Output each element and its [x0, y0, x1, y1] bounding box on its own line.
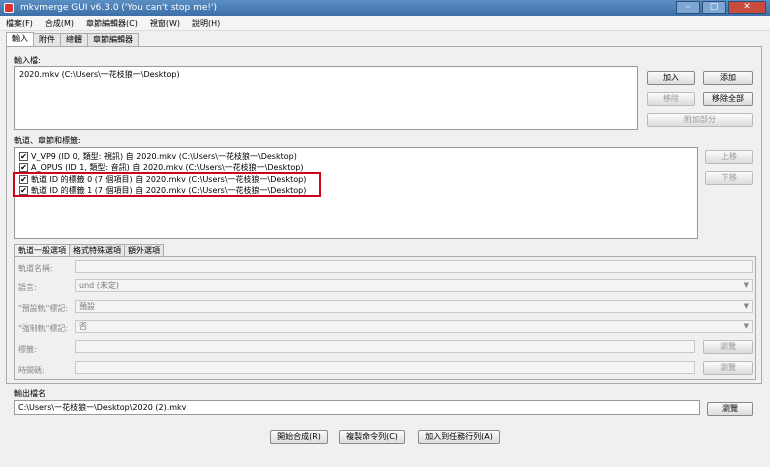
app-window: mkvmerge GUI v6.3.0 ('You can't stop me!…: [0, 0, 770, 467]
move-up-button[interactable]: 上移: [705, 150, 753, 164]
tab-global[interactable]: 總體: [60, 33, 88, 46]
chevron-down-icon: ▼: [743, 281, 749, 289]
tab-general-track-options[interactable]: 軌道一般選項: [14, 244, 70, 256]
tags-browse-button[interactable]: 瀏覽: [703, 340, 753, 354]
minimize-icon[interactable]: –: [676, 1, 700, 14]
forced-track-label: "強制軌"標記:: [18, 324, 69, 333]
tab-format-specific-options[interactable]: 格式特殊選項: [69, 244, 125, 256]
default-track-select[interactable]: 預設 ▼: [75, 300, 753, 313]
additional-parts-button[interactable]: 附加部分: [647, 113, 753, 127]
track-name-input[interactable]: [75, 260, 753, 273]
append-button[interactable]: 添加: [703, 71, 753, 85]
track-row[interactable]: ✔ V_VP9 (ID 0, 類型: 視訊) 自 2020.mkv (C:\Use…: [19, 152, 297, 162]
main-tabs: 輸入 附件 總體 章節編輯器: [6, 32, 139, 47]
tab-extra-options[interactable]: 額外選項: [124, 244, 164, 256]
input-file-item[interactable]: 2020.mkv (C:\Users\一花枝狼一\Desktop): [19, 70, 180, 80]
tracks-label: 軌道、章節和標籤:: [14, 136, 81, 145]
close-icon[interactable]: ✕: [728, 1, 766, 14]
output-filename-input[interactable]: C:\Users\一花枝狼一\Desktop\2020 (2).mkv: [14, 400, 700, 415]
timecodes-browse-button[interactable]: 瀏覽: [703, 361, 753, 375]
menu-chapter-editor[interactable]: 章節編輯器(C): [80, 16, 144, 30]
timecodes-input[interactable]: [75, 361, 695, 374]
tags-label: 標籤:: [18, 345, 37, 354]
forced-track-select[interactable]: 否 ▼: [75, 320, 753, 333]
chevron-down-icon: ▼: [743, 322, 749, 330]
window-title: mkvmerge GUI v6.3.0 ('You can't stop me!…: [20, 3, 218, 13]
input-files-list[interactable]: 2020.mkv (C:\Users\一花枝狼一\Desktop): [14, 66, 638, 130]
tab-chapter-editor[interactable]: 章節編輯器: [87, 33, 139, 46]
track-options-tabs: 軌道一般選項 格式特殊選項 額外選項: [14, 244, 164, 256]
tab-attachments[interactable]: 附件: [33, 33, 61, 46]
language-label: 語言:: [18, 283, 37, 292]
highlight-box: [13, 172, 321, 197]
app-icon: [4, 3, 14, 13]
track-checkbox[interactable]: ✔: [19, 152, 28, 161]
menu-help[interactable]: 說明(H): [186, 16, 226, 30]
copy-command-line-button[interactable]: 複製命令列(C): [339, 430, 405, 444]
title-bar: mkvmerge GUI v6.3.0 ('You can't stop me!…: [0, 0, 770, 16]
tags-input[interactable]: [75, 340, 695, 353]
language-select[interactable]: und (未定) ▼: [75, 279, 753, 292]
menu-mux[interactable]: 合成(M): [39, 16, 80, 30]
menu-file[interactable]: 檔案(F): [0, 16, 39, 30]
chevron-down-icon: ▼: [743, 302, 749, 310]
menu-window[interactable]: 視窗(W): [144, 16, 186, 30]
move-down-button[interactable]: 下移: [705, 171, 753, 185]
add-to-job-queue-button[interactable]: 加入到任務行列(A): [418, 430, 500, 444]
output-label: 輸出檔名: [14, 389, 46, 398]
remove-button[interactable]: 移除: [647, 92, 695, 106]
maximize-icon[interactable]: □: [702, 1, 726, 14]
add-button[interactable]: 加入: [647, 71, 695, 85]
output-browse-button[interactable]: 瀏覽: [707, 402, 753, 416]
default-track-label: "預設軌"標記:: [18, 304, 69, 313]
tab-input[interactable]: 輸入: [6, 32, 34, 46]
track-name-label: 軌道名稱:: [18, 264, 53, 273]
timecodes-label: 時間碼:: [18, 366, 45, 375]
start-muxing-button[interactable]: 開始合成(R): [270, 430, 328, 444]
remove-all-button[interactable]: 移除全部: [703, 92, 753, 106]
menu-bar: 檔案(F) 合成(M) 章節編輯器(C) 視窗(W) 說明(H): [0, 16, 770, 31]
track-checkbox[interactable]: ✔: [19, 163, 28, 172]
input-files-label: 輸入檔:: [14, 56, 41, 65]
